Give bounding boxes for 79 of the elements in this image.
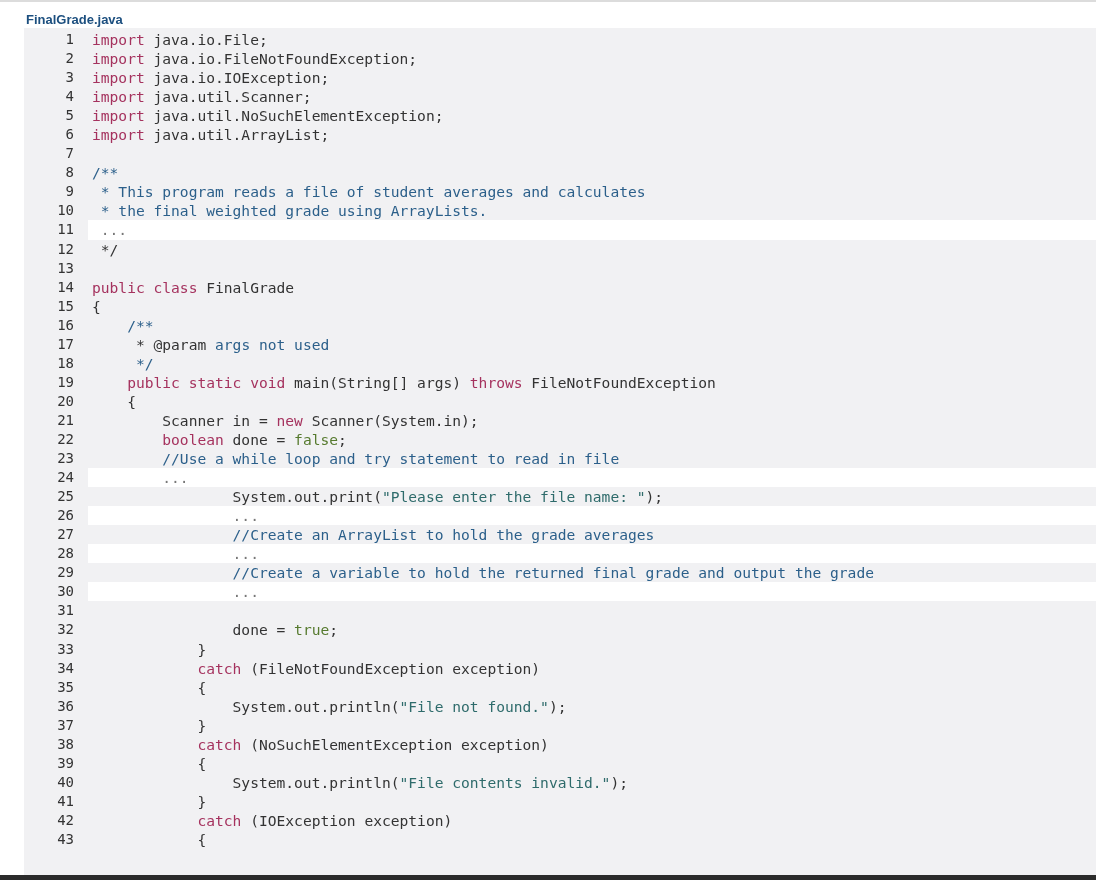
- code-line: }: [196, 639, 208, 659]
- line-number: 19: [56, 372, 75, 392]
- line-number: 15: [56, 296, 75, 316]
- line-number: 34: [56, 658, 75, 678]
- line-number: 26: [56, 506, 75, 526]
- line-number: 5: [64, 106, 75, 126]
- code-line: System.out.println("File not found.");: [231, 696, 568, 716]
- code-line: import java.util.Scanner;: [91, 87, 313, 107]
- line-number: 23: [56, 449, 75, 469]
- code-line: */: [99, 239, 120, 259]
- code-line: }: [196, 791, 208, 811]
- code-line: import java.io.File;: [91, 30, 269, 50]
- code-line: */: [134, 353, 155, 373]
- line-number: 35: [56, 677, 75, 697]
- line-number: 40: [56, 772, 75, 792]
- line-number: 24: [56, 468, 75, 488]
- line-number: 16: [56, 315, 75, 335]
- line-number: 9: [64, 182, 75, 202]
- code-line: System.out.print("Please enter the file name: ");: [231, 487, 665, 507]
- line-number: 32: [56, 620, 75, 640]
- code-line: //Create an ArrayList to hold the grade averages: [231, 525, 656, 545]
- code-line: /**: [126, 315, 155, 335]
- line-number: 2: [64, 49, 75, 69]
- code-line: import java.util.NoSuchElementException;: [91, 106, 445, 126]
- code-line: public class FinalGrade: [91, 277, 296, 297]
- line-number: 10: [56, 201, 75, 221]
- line-number: 18: [56, 353, 75, 373]
- line-number: 21: [56, 410, 75, 430]
- code-line: //Use a while loop and try statement to read in file: [161, 449, 621, 469]
- file-title: FinalGrade.java: [25, 11, 124, 28]
- line-number: 7: [64, 144, 75, 164]
- code-line: import java.io.FileNotFoundException;: [91, 49, 419, 69]
- line-number: 28: [56, 544, 75, 564]
- line-number: 31: [56, 601, 75, 621]
- line-number: 25: [56, 487, 75, 507]
- line-number: 43: [56, 829, 75, 849]
- line-number: 6: [64, 125, 75, 145]
- code-line: {: [126, 391, 137, 411]
- code-line: {: [196, 753, 208, 773]
- code-line: //Create a variable to hold the returned final grade and output the grade: [231, 563, 875, 583]
- code-line: import java.io.IOException;: [91, 68, 331, 88]
- line-number: 3: [64, 68, 75, 88]
- line-number: 36: [56, 696, 75, 716]
- line-number: 13: [56, 258, 75, 278]
- code-line: catch (NoSuchElementException exception): [196, 734, 550, 754]
- code-line: {: [196, 677, 208, 697]
- code-line: boolean done = false;: [161, 430, 348, 450]
- code-line: catch (FileNotFoundException exception): [196, 658, 542, 678]
- line-number: 30: [56, 582, 75, 602]
- code-line: System.out.println("File contents invalid.");: [231, 772, 629, 792]
- code-line: }: [196, 715, 208, 735]
- line-number: 11: [56, 220, 75, 240]
- code-line: catch (IOException exception): [196, 810, 454, 830]
- code-line: public static void main(String[] args) throws FileNotFoundException: [126, 372, 717, 392]
- line-number: 22: [56, 430, 75, 449]
- line-number: 17: [56, 334, 75, 354]
- line-number: 14: [56, 277, 75, 297]
- line-number: 42: [56, 810, 75, 830]
- code-line: * This program reads a file of student averages and calculates: [99, 182, 647, 202]
- code-line: Scanner in = new Scanner(System.in);: [161, 410, 480, 430]
- line-number: 20: [56, 391, 75, 411]
- line-number: 37: [56, 715, 75, 735]
- line-number: 4: [64, 87, 75, 107]
- code-line: /**: [91, 163, 120, 183]
- code-line: * the final weighted grade using ArrayLists.: [99, 201, 489, 221]
- code-line: import java.util.ArrayList;: [91, 125, 331, 145]
- line-number: 33: [56, 639, 75, 659]
- line-number: 8: [64, 163, 75, 183]
- code-line: {: [196, 829, 208, 849]
- line-number: 38: [56, 734, 75, 754]
- line-number: 41: [56, 791, 75, 811]
- line-number: 12: [56, 239, 75, 259]
- line-number: 1: [64, 30, 75, 49]
- code-line: done = true;: [231, 620, 340, 640]
- code-line: {: [91, 296, 102, 316]
- line-number: 27: [56, 525, 75, 545]
- line-number: 39: [56, 753, 75, 773]
- line-number: 29: [56, 563, 75, 583]
- code-line: * @param args not used: [134, 334, 331, 354]
